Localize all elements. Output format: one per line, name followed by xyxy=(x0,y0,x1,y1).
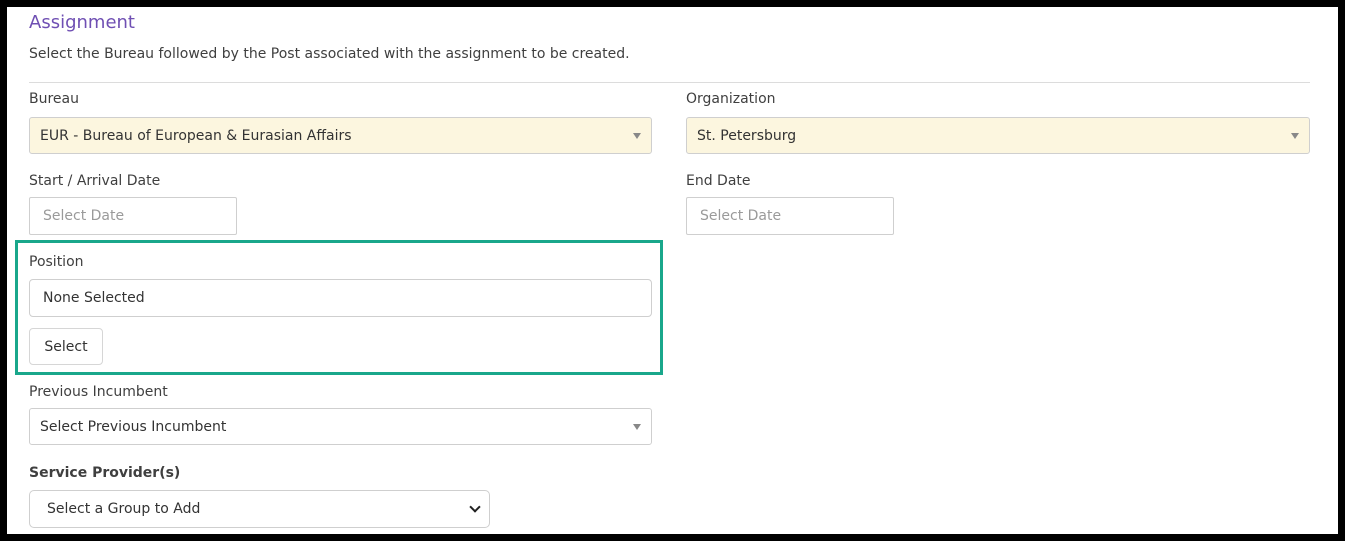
caret-down-icon xyxy=(1291,132,1299,139)
previous-incumbent-select[interactable]: Select Previous Incumbent xyxy=(29,408,652,445)
position-field[interactable]: None Selected xyxy=(29,279,652,317)
start-date-label: Start / Arrival Date xyxy=(29,173,161,189)
assignment-panel: Assignment Select the Bureau followed by… xyxy=(7,7,1338,534)
bureau-label: Bureau xyxy=(29,91,79,107)
end-date-placeholder: Select Date xyxy=(700,208,782,224)
service-providers-label: Service Provider(s) xyxy=(29,465,181,481)
previous-incumbent-value: Select Previous Incumbent xyxy=(40,418,227,435)
service-providers-select[interactable]: Select a Group to Add xyxy=(29,490,490,528)
position-label: Position xyxy=(29,254,84,270)
start-date-placeholder: Select Date xyxy=(43,208,125,224)
bureau-select-value: EUR - Bureau of European & Eurasian Affa… xyxy=(40,127,352,144)
previous-incumbent-label: Previous Incumbent xyxy=(29,384,168,400)
organization-label: Organization xyxy=(686,91,776,107)
start-date-input[interactable]: Select Date xyxy=(29,197,237,235)
chevron-down-icon xyxy=(469,501,481,513)
section-description: Select the Bureau followed by the Post a… xyxy=(29,46,630,62)
end-date-input[interactable]: Select Date xyxy=(686,197,894,235)
position-value: None Selected xyxy=(43,290,145,306)
section-title: Assignment xyxy=(29,12,135,33)
bureau-select[interactable]: EUR - Bureau of European & Eurasian Affa… xyxy=(29,117,652,154)
divider xyxy=(29,82,1310,83)
service-providers-value: Select a Group to Add xyxy=(47,501,201,517)
caret-down-icon xyxy=(633,132,641,139)
end-date-label: End Date xyxy=(686,173,751,189)
caret-down-icon xyxy=(633,423,641,430)
organization-select-value: St. Petersburg xyxy=(697,127,797,144)
organization-select[interactable]: St. Petersburg xyxy=(686,117,1310,154)
select-position-button[interactable]: Select xyxy=(29,328,103,365)
